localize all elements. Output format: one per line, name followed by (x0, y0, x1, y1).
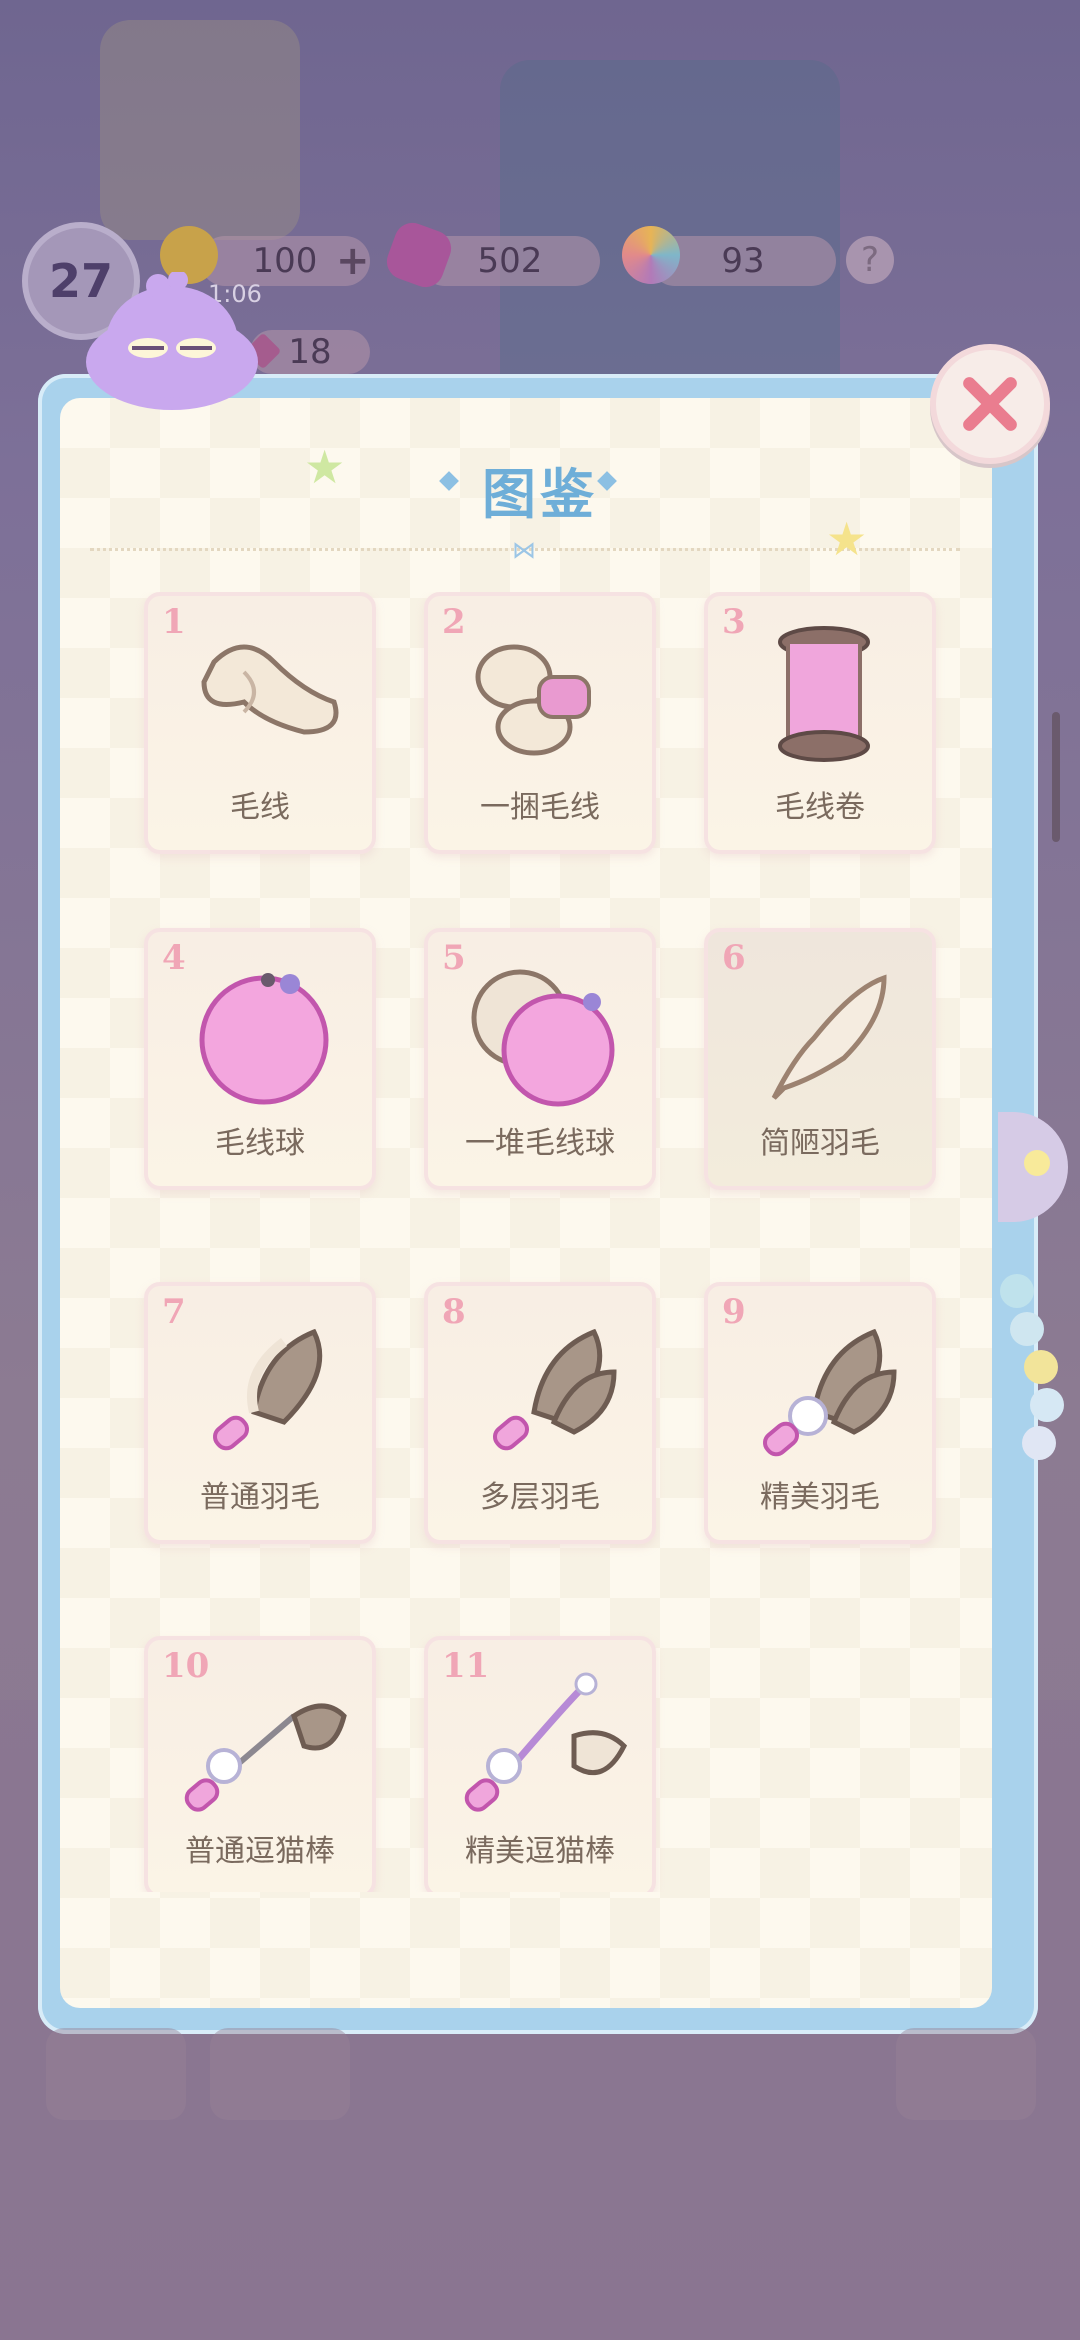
card-name: 简陋羽毛 (760, 1126, 880, 1161)
collection-card[interactable]: 2 一捆毛线 (424, 592, 656, 854)
collection-card[interactable]: 10 普通逗猫棒 (144, 1636, 376, 1892)
collection-card[interactable]: 1 毛线 (144, 592, 376, 854)
card-name: 精美羽毛 (760, 1480, 880, 1515)
side-tab-dot-icon (1024, 1150, 1050, 1176)
shop-cart-button[interactable] (896, 2028, 1036, 2120)
collection-card[interactable]: 8 多层羽毛 (424, 1282, 656, 1544)
mascot-icon (86, 272, 258, 410)
close-button[interactable] (930, 344, 1050, 464)
close-icon (963, 377, 1017, 431)
bubble-icon (1022, 1426, 1056, 1460)
card-name: 一堆毛线球 (465, 1126, 615, 1161)
bubble-icon (1010, 1312, 1044, 1346)
collection-card[interactable]: 5 一堆毛线球 (424, 928, 656, 1190)
star-value: 93 (721, 241, 765, 281)
bubble-icon (1024, 1350, 1058, 1384)
rainbow-star-icon (622, 226, 680, 284)
card-name: 精美逗猫棒 (465, 1834, 615, 1869)
card-name: 毛线球 (215, 1126, 305, 1161)
fancy-feather-icon (762, 1328, 897, 1457)
bow-icon: ⋈ (512, 536, 536, 564)
simple-feather-icon (771, 974, 887, 1100)
yarn-bundle-icon (475, 644, 591, 756)
collection-card[interactable]: 3 毛线卷 (704, 592, 936, 854)
card-name: 一捆毛线 (480, 790, 600, 825)
yellow-star-icon: ★ (826, 512, 868, 566)
bubble-icon (1030, 1388, 1064, 1422)
collection-card[interactable]: 9 精美羽毛 (704, 1282, 936, 1544)
background-frame (100, 20, 300, 240)
green-star-icon: ★ (304, 440, 346, 494)
card-name: 毛线 (230, 790, 290, 825)
help-button[interactable]: ? (846, 236, 894, 284)
yarn-skein-icon (201, 644, 339, 735)
fancy-cat-teaser-icon (464, 1672, 628, 1812)
energy-value: 100 (252, 241, 318, 281)
gem-value: 502 (477, 241, 543, 281)
card-name: 普通羽毛 (200, 1480, 320, 1515)
yarn-ball-icon (199, 973, 329, 1105)
storage-button[interactable] (210, 2028, 350, 2120)
collection-grid[interactable]: 1 毛线 2 一捆毛线 3 毛线卷 4 毛线球 5 一堆毛线球 6 简陋羽毛 7… (60, 592, 992, 1892)
collection-title: 图鉴 (482, 463, 598, 526)
yarn-balls-pile-icon (471, 969, 615, 1107)
layered-feather-icon (492, 1328, 617, 1451)
collection-card[interactable]: 11 精美逗猫棒 (424, 1636, 656, 1892)
collection-card[interactable]: 4 毛线球 (144, 928, 376, 1190)
collection-card[interactable]: 7 普通羽毛 (144, 1282, 376, 1544)
cat-teaser-icon (184, 1703, 347, 1812)
card-name: 多层羽毛 (480, 1480, 600, 1515)
yarn-spool-icon (778, 626, 870, 762)
feather-duster-icon (212, 1328, 323, 1451)
card-name: 普通逗猫棒 (185, 1834, 335, 1869)
back-arrow-button[interactable] (46, 2028, 186, 2120)
add-energy-button[interactable]: + (336, 238, 370, 284)
bubble-icon (1000, 1274, 1034, 1308)
scrollbar[interactable] (1052, 712, 1060, 842)
ticket-value: 18 (288, 332, 332, 372)
card-name: 毛线卷 (775, 790, 865, 825)
collection-card[interactable]: 6 简陋羽毛 (704, 928, 936, 1190)
